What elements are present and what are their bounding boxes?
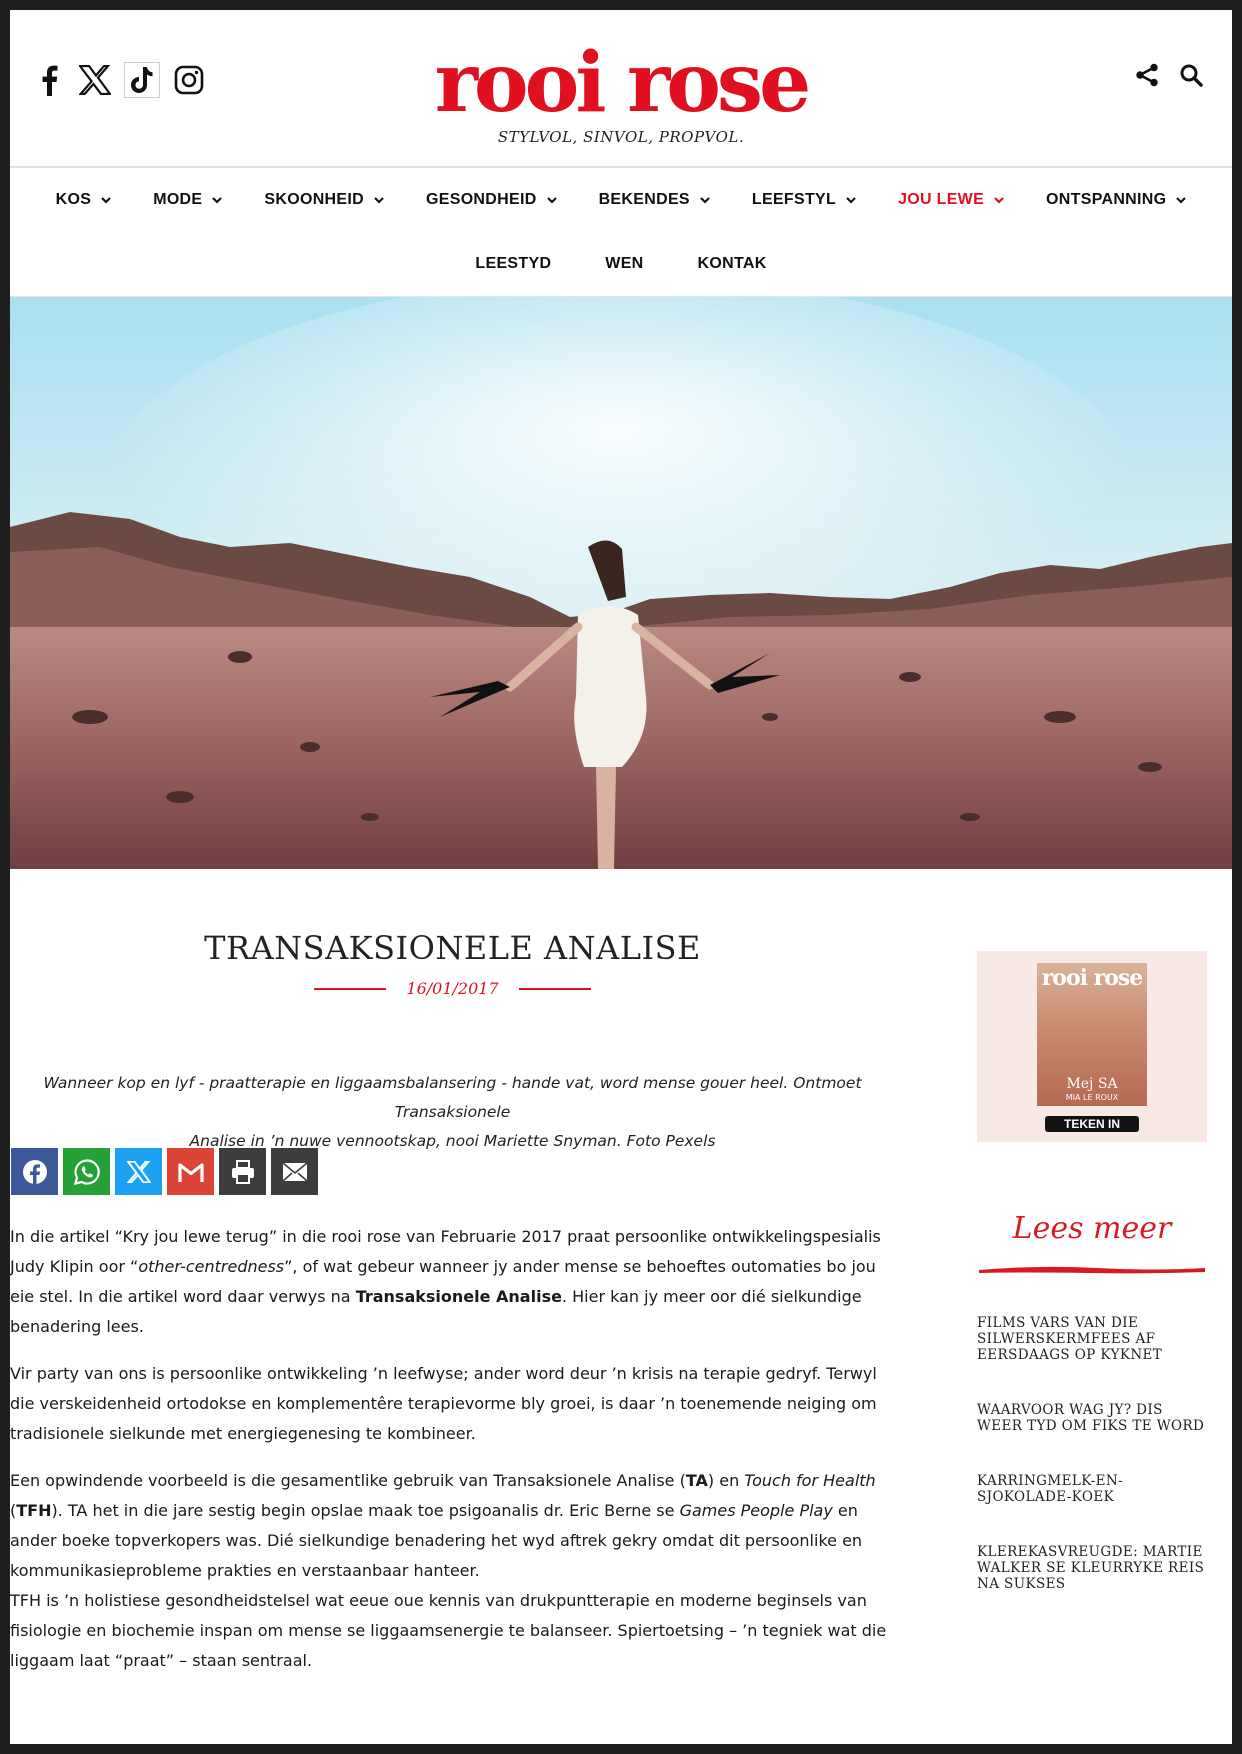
article-meta: 16/01/2017 — [10, 979, 895, 998]
page: rooi rose STYLVOL, SINVOL, PROPVOL. KOS M… — [10, 10, 1232, 1744]
related-article-link[interactable]: KLEREKASVREUGDE: MARTIE WALKER SE KLEURR… — [977, 1544, 1207, 1592]
text-run: ) en — [707, 1471, 745, 1490]
related-article-link[interactable]: WAARVOOR WAG JY? DIS WEER TYD OM FIKS TE… — [977, 1402, 1207, 1434]
logo-tagline: STYLVOL, SINVOL, PROPVOL. — [497, 128, 745, 146]
nav-item-label: KOS — [55, 191, 92, 208]
article-title: TRANSAKSIONELE ANALISE — [204, 929, 701, 967]
nav-item-wen[interactable]: WEN — [584, 255, 664, 273]
article-lede: Wanneer kop en lyf - praatterapie en lig… — [10, 1069, 895, 1156]
article-paragraph: In die artikel “Kry jou lewe terug” in d… — [10, 1222, 895, 1342]
share-x-button[interactable] — [115, 1148, 162, 1195]
nav-item-label: BEKENDES — [598, 191, 690, 208]
nav-item-kontak[interactable]: KONTAK — [677, 255, 788, 273]
article-body: In die artikel “Kry jou lewe terug” in d… — [10, 1222, 895, 1693]
header-tools — [1134, 62, 1204, 88]
emphasis: other-centredness — [138, 1257, 285, 1276]
share-whatsapp-button[interactable] — [63, 1148, 110, 1195]
share-email-button[interactable] — [271, 1148, 318, 1195]
chevron-down-icon — [700, 197, 710, 204]
chevron-down-icon — [374, 197, 384, 204]
nav-row-primary: KOS MODE SKOONHEID GESONDHEID BEKENDES LEEFST… — [10, 168, 1232, 232]
chevron-down-icon — [1176, 197, 1187, 204]
share-facebook-button[interactable] — [11, 1148, 58, 1195]
subscribe-button[interactable]: TEKEN IN — [1045, 1116, 1139, 1132]
cover-headline: Mej SA — [1066, 1076, 1118, 1092]
logo-wordmark: rooi rose — [434, 35, 812, 131]
site-header: rooi rose STYLVOL, SINVOL, PROPVOL. — [10, 10, 1232, 168]
nav-row-secondary: LEESTYD WEN KONTAK — [10, 232, 1232, 296]
whatsapp-icon — [73, 1158, 100, 1185]
nav-item-label: MODE — [153, 191, 203, 208]
related-article-link[interactable]: FILMS VARS VAN DIE SILWERSKERMFEES AF EE… — [977, 1315, 1207, 1363]
emphasis: Touch for Health — [744, 1471, 876, 1490]
emphasis: Games People Play — [679, 1501, 833, 1520]
nav-item-label: ONTSPANNING — [1046, 191, 1167, 208]
date-rule-left — [314, 987, 387, 990]
chevron-down-icon — [546, 197, 557, 204]
chevron-down-icon — [212, 197, 223, 204]
chevron-down-icon — [101, 197, 111, 204]
nav-item-label: LEEFSTYL — [751, 191, 837, 208]
nav-item-jou-lewe[interactable]: JOU LEWE — [877, 191, 1025, 209]
nav-item-ontspanning[interactable]: ONTSPANNING — [1025, 191, 1207, 209]
nav-item-label: SKOONHEID — [264, 191, 364, 208]
nav-item-label: GESONDHEID — [426, 191, 537, 208]
article-date[interactable]: 16/01/2017 — [406, 979, 498, 998]
share-buttons — [11, 1148, 318, 1195]
nav-item-mode[interactable]: MODE — [132, 191, 243, 209]
search-icon[interactable] — [1178, 62, 1204, 88]
strong-term: TFH — [16, 1501, 52, 1520]
text-run: Een opwindende voorbeeld is die gesament… — [10, 1471, 686, 1490]
article-paragraph: Een opwindende voorbeeld is die gesament… — [10, 1466, 895, 1586]
chevron-down-icon — [846, 197, 856, 204]
main-nav: KOS MODE SKOONHEID GESONDHEID BEKENDES LEEFST… — [10, 168, 1232, 297]
share-print-button[interactable] — [219, 1148, 266, 1195]
lees-meer-heading: Lees meer — [1012, 1211, 1172, 1246]
share-gmail-button[interactable] — [167, 1148, 214, 1195]
date-rule-right — [518, 987, 591, 990]
email-icon — [281, 1161, 308, 1182]
nav-item-leefstyl[interactable]: LEEFSTYL — [731, 191, 877, 209]
gmail-icon — [177, 1162, 204, 1182]
lede-line: Wanneer kop en lyf - praatterapie en lig… — [43, 1074, 862, 1121]
article-paragraph: TFH is ’n holistiese gesondheidstelsel w… — [10, 1591, 887, 1670]
facebook-icon — [22, 1159, 47, 1185]
article-paragraph: Vir party van ons is persoonlike ontwikk… — [10, 1364, 877, 1443]
text-run: ). TA het in die jare sestig begin opsla… — [51, 1501, 680, 1520]
nav-item-label: KONTAK — [697, 255, 767, 272]
magazine-subscribe-widget[interactable]: rooi rose Mej SA MIA LE ROUX TEKEN IN — [977, 951, 1207, 1142]
magazine-cover: rooi rose Mej SA MIA LE ROUX — [1037, 963, 1147, 1106]
nav-item-leestyd[interactable]: LEESTYD — [454, 255, 572, 273]
cover-subline: MIA LE ROUX — [1065, 1093, 1119, 1102]
print-icon — [231, 1159, 254, 1184]
heading-brush-underline — [979, 1266, 1205, 1274]
related-articles: FILMS VARS VAN DIE SILWERSKERMFEES AF EE… — [977, 1315, 1207, 1631]
nav-item-skoonheid[interactable]: SKOONHEID — [243, 191, 405, 209]
x-icon — [126, 1160, 151, 1183]
nav-item-label: JOU LEWE — [898, 191, 985, 208]
related-article-link[interactable]: KARRINGMELK-EN-SJOKOLADE-KOEK — [977, 1473, 1207, 1505]
cover-logo: rooi rose — [1041, 965, 1144, 991]
nav-item-bekendes[interactable]: BEKENDES — [578, 191, 731, 209]
nav-item-kos[interactable]: KOS — [35, 191, 133, 209]
nav-item-label: LEESTYD — [475, 255, 552, 272]
strong-term: Transaksionele Analise — [355, 1287, 562, 1306]
nav-item-gesondheid[interactable]: GESONDHEID — [405, 191, 578, 209]
nav-item-label: WEN — [605, 255, 644, 272]
site-logo[interactable]: rooi rose STYLVOL, SINVOL, PROPVOL. — [10, 40, 1232, 146]
strong-term: TA — [685, 1471, 708, 1490]
hero-image — [10, 297, 1232, 869]
share-icon[interactable] — [1134, 62, 1160, 88]
chevron-down-icon — [994, 197, 1004, 204]
